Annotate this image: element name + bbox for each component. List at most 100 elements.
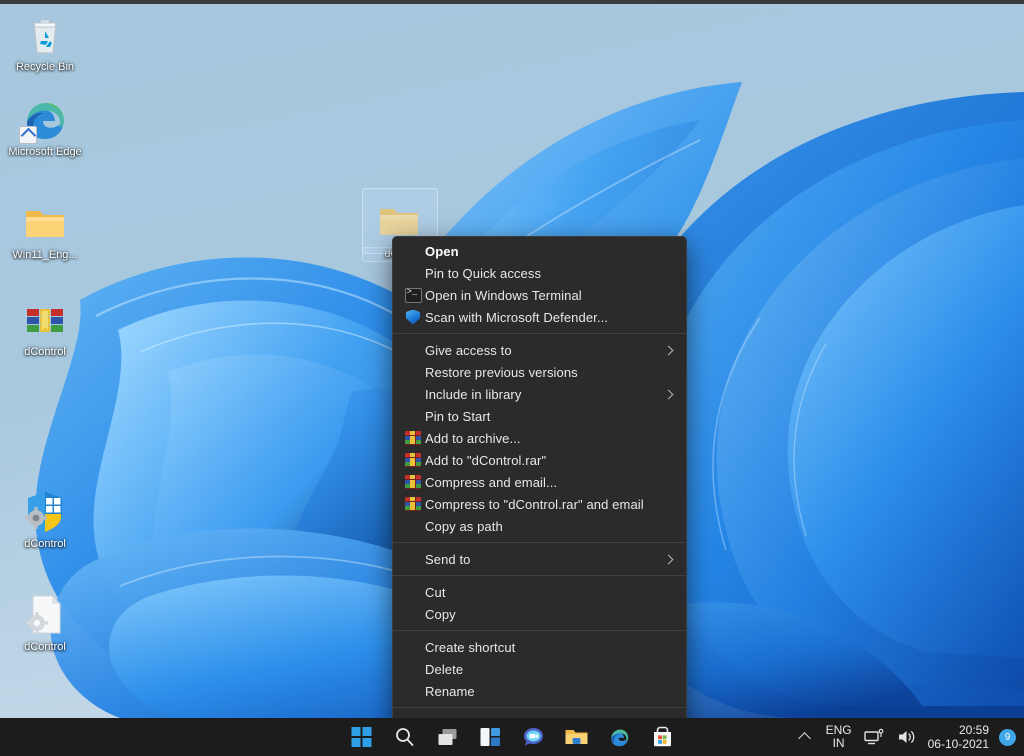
menu-separator <box>393 542 686 543</box>
desktop-icon-dcontrol-config[interactable]: dControl <box>8 590 82 654</box>
clock[interactable]: 20:59 06-10-2021 <box>928 723 989 751</box>
menu-item-create-shortcut[interactable]: Create shortcut <box>393 636 686 658</box>
winrar-icon <box>401 452 425 468</box>
menu-item-label: Compress and email... <box>425 474 558 490</box>
menu-item-send-to[interactable]: Send to <box>393 548 686 570</box>
menu-item-copy[interactable]: Copy <box>393 603 686 625</box>
desktop-icon-dcontrol-app[interactable]: dControl <box>8 487 82 551</box>
menu-item-icon-slot <box>401 584 425 600</box>
taskbar-center-buttons <box>345 721 680 753</box>
desktop-icon-label: Recycle Bin <box>15 61 75 73</box>
menu-item-icon-slot <box>401 386 425 402</box>
menu-item-label: Open <box>425 243 459 259</box>
menu-item-label: Give access to <box>425 342 512 358</box>
network-button[interactable] <box>862 721 886 753</box>
menu-item-label: Pin to Quick access <box>425 265 542 281</box>
search-button[interactable] <box>388 721 422 753</box>
microsoft-store-icon <box>654 726 671 747</box>
terminal-icon <box>401 287 425 303</box>
menu-item-restore-previous-versions[interactable]: Restore previous versions <box>393 361 686 383</box>
menu-item-label: Copy as path <box>425 518 503 534</box>
winrar-icon <box>401 496 425 512</box>
shortcut-overlay-icon <box>19 126 37 144</box>
screen-top-edge <box>0 0 1024 4</box>
submenu-chevron-icon <box>663 554 674 564</box>
menu-item-label: Compress to "dControl.rar" and email <box>425 496 644 512</box>
menu-item-delete[interactable]: Delete <box>393 658 686 680</box>
volume-button[interactable] <box>896 721 918 753</box>
menu-item-icon-slot <box>401 661 425 677</box>
defender-shield-icon <box>401 309 425 325</box>
menu-item-rename[interactable]: Rename <box>393 680 686 702</box>
language-indicator[interactable]: ENG IN <box>826 724 852 750</box>
menu-item-label: Rename <box>425 683 475 699</box>
menu-item-add-to-dcontrol-rar[interactable]: Add to "dControl.rar" <box>393 449 686 471</box>
menu-item-scan-with-microsoft-defender[interactable]: Scan with Microsoft Defender... <box>393 306 686 328</box>
task-view-button[interactable] <box>431 721 465 753</box>
desktop-icon-label: dControl <box>24 641 66 653</box>
chat-button[interactable] <box>517 721 551 753</box>
menu-separator <box>393 333 686 334</box>
desktop-icon-dcontrol-archive[interactable]: dControl <box>8 295 82 359</box>
menu-separator <box>393 575 686 576</box>
menu-item-icon-slot <box>401 265 425 281</box>
desktop-icon-label: Microsoft Edge <box>8 146 82 158</box>
notification-badge[interactable]: 9 <box>999 728 1016 746</box>
menu-item-compress-and-email[interactable]: Compress and email... <box>393 471 686 493</box>
desktop-icon-win11-eng-folder[interactable]: Win11_Eng... <box>8 198 82 262</box>
menu-item-icon-slot <box>401 683 425 699</box>
folder-icon <box>21 198 69 246</box>
menu-item-add-to-archive[interactable]: Add to archive... <box>393 427 686 449</box>
chevron-up-icon <box>798 732 811 745</box>
menu-item-pin-to-quick-access[interactable]: Pin to Quick access <box>393 262 686 284</box>
desktop-icon-label: Win11_Eng... <box>12 249 78 261</box>
menu-item-icon-slot <box>401 518 425 534</box>
menu-item-label: Delete <box>425 661 464 677</box>
menu-item-cut[interactable]: Cut <box>393 581 686 603</box>
submenu-chevron-icon <box>663 345 674 355</box>
file-explorer-button[interactable] <box>560 721 594 753</box>
desktop-screen: Recycle Bin Microsoft Edge Win11_Eng... <box>0 0 1024 756</box>
network-icon <box>863 728 884 745</box>
menu-item-give-access-to[interactable]: Give access to <box>393 339 686 361</box>
defender-control-app-icon <box>21 487 69 535</box>
menu-separator <box>393 707 686 708</box>
folder-context-menu[interactable]: Open Pin to Quick access Open in Windows T… <box>392 236 687 740</box>
start-button[interactable] <box>345 721 379 753</box>
menu-item-label: Restore previous versions <box>425 364 578 380</box>
desktop-icon-label: dControl <box>24 538 66 550</box>
menu-item-copy-as-path[interactable]: Copy as path <box>393 515 686 537</box>
tray-overflow-button[interactable] <box>794 721 816 753</box>
menu-item-open[interactable]: Open <box>393 240 686 262</box>
menu-item-compress-to-dcontrol-rar-and-email[interactable]: Compress to "dControl.rar" and email <box>393 493 686 515</box>
store-button[interactable] <box>646 721 680 753</box>
widgets-button[interactable] <box>474 721 508 753</box>
menu-item-label: Add to "dControl.rar" <box>425 452 547 468</box>
chat-icon <box>524 728 543 746</box>
menu-item-label: Add to archive... <box>425 430 521 446</box>
menu-item-label: Pin to Start <box>425 408 491 424</box>
desktop-icon-recycle-bin[interactable]: Recycle Bin <box>8 10 82 74</box>
language-secondary: IN <box>832 736 845 750</box>
submenu-chevron-icon <box>663 389 674 399</box>
menu-item-label: Include in library <box>425 386 522 402</box>
winrar-icon <box>401 430 425 446</box>
menu-item-open-in-windows-terminal[interactable]: Open in Windows Terminal <box>393 284 686 306</box>
menu-item-label: Cut <box>425 584 446 600</box>
menu-item-pin-to-start[interactable]: Pin to Start <box>393 405 686 427</box>
menu-item-icon-slot <box>401 408 425 424</box>
menu-item-label: Send to <box>425 551 471 567</box>
menu-item-label: Open in Windows Terminal <box>425 287 582 303</box>
menu-item-include-in-library[interactable]: Include in library <box>393 383 686 405</box>
recycle-bin-icon <box>21 10 69 58</box>
desktop-icon-microsoft-edge[interactable]: Microsoft Edge <box>8 95 82 159</box>
menu-item-label: Scan with Microsoft Defender... <box>425 309 609 325</box>
taskbar[interactable]: ENG IN 20:59 06-10-2021 9 <box>0 718 1024 756</box>
menu-item-label: Create shortcut <box>425 639 516 655</box>
volume-icon <box>898 731 914 743</box>
winrar-icon <box>401 474 425 490</box>
search-icon <box>396 728 414 746</box>
menu-item-icon-slot <box>401 606 425 622</box>
edge-button[interactable] <box>603 721 637 753</box>
menu-item-icon-slot <box>401 551 425 567</box>
